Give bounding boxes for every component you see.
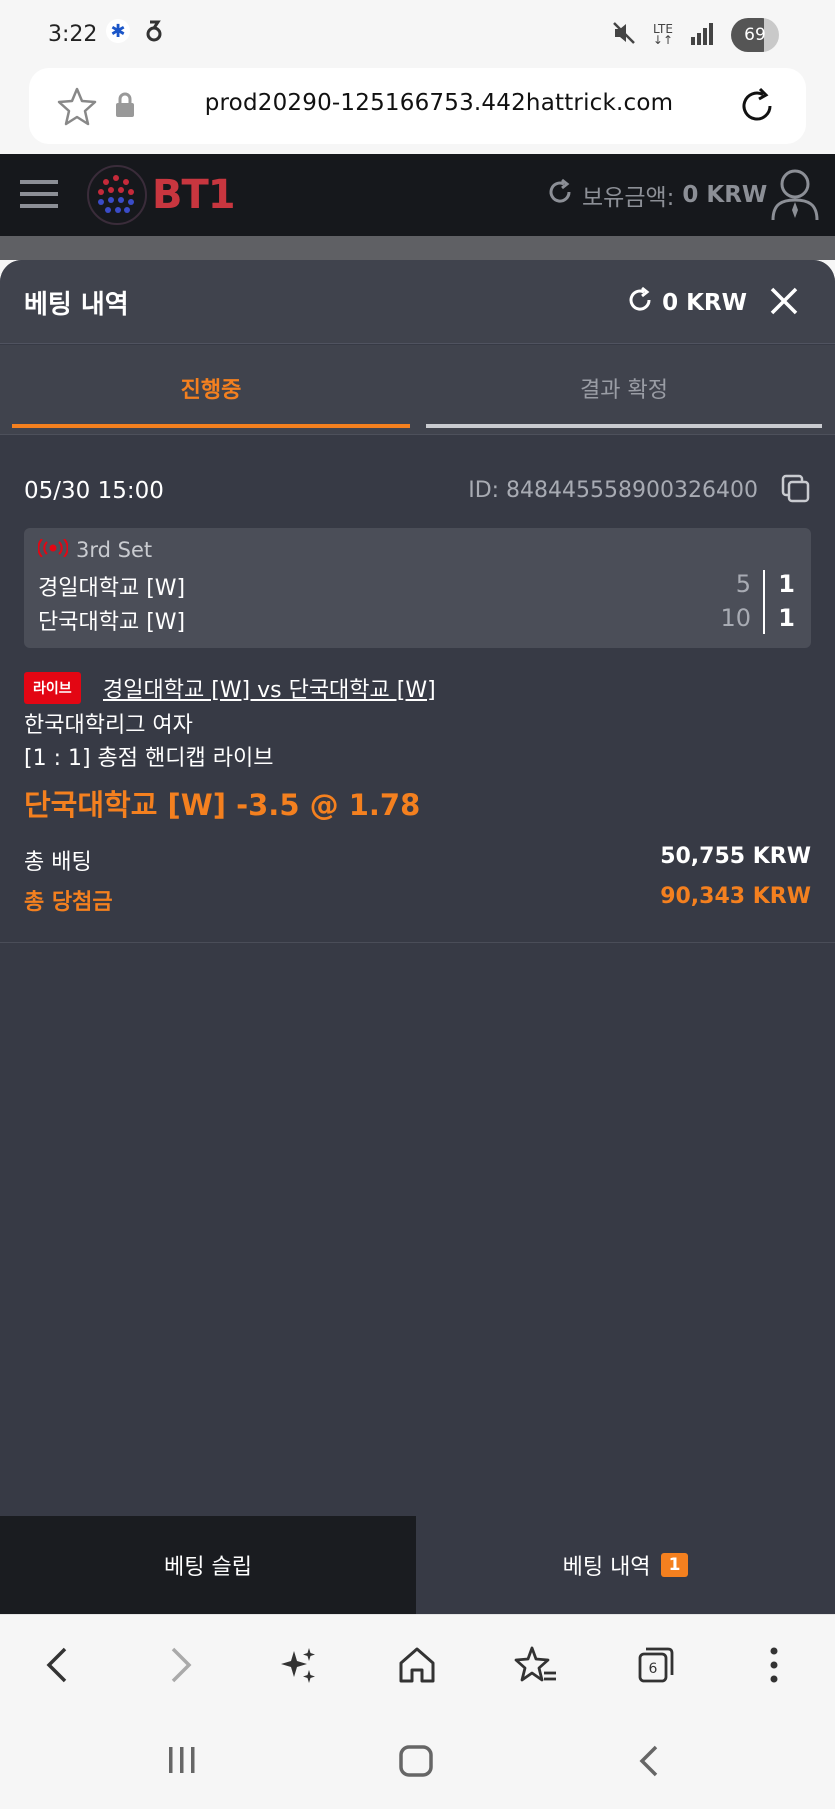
lock-icon bbox=[114, 92, 136, 122]
logo-globe-icon bbox=[87, 165, 147, 225]
set-indicator: 3rd Set bbox=[37, 538, 153, 562]
bet-history-label: 베팅 내역 bbox=[562, 1555, 651, 1580]
bet-history-panel: 베팅 내역 0 KRW 진행중 결과 확정 05/30 15:00 ID: 84… bbox=[0, 260, 835, 1614]
tab-bet-history[interactable]: 베팅 내역 1 bbox=[416, 1516, 835, 1614]
team2-sets: 1 bbox=[778, 604, 795, 632]
team2-name: 단국대학교 [W] bbox=[38, 610, 186, 635]
hamburger-menu-icon[interactable] bbox=[20, 178, 60, 214]
sparkle-icon[interactable] bbox=[272, 1639, 324, 1691]
overlay-dim bbox=[0, 236, 835, 260]
copy-icon[interactable] bbox=[781, 474, 811, 504]
tab-bet-slip[interactable]: 베팅 슬립 bbox=[0, 1516, 416, 1614]
bet-date: 05/30 15:00 bbox=[24, 478, 164, 504]
system-back-icon[interactable] bbox=[636, 1744, 662, 1782]
panel-header: 베팅 내역 0 KRW bbox=[0, 260, 835, 344]
notification-icon bbox=[145, 19, 163, 47]
bottom-tab-bar: 베팅 슬립 베팅 내역 1 bbox=[0, 1516, 835, 1614]
panel-balance-value: 0 KRW bbox=[662, 290, 747, 316]
forward-icon[interactable] bbox=[154, 1639, 206, 1691]
battery-level: 69 bbox=[744, 25, 766, 45]
home-button-icon[interactable] bbox=[398, 1744, 434, 1782]
network-type: LTE bbox=[652, 22, 673, 36]
total-bet-label: 총 배팅 bbox=[24, 850, 92, 875]
refresh-icon[interactable] bbox=[546, 178, 574, 212]
score-divider bbox=[763, 570, 765, 634]
team1-points: 5 bbox=[735, 570, 751, 598]
site-header: BT1 보유금액: 0 KRW bbox=[0, 154, 835, 236]
status-tabs: 진행중 결과 확정 bbox=[0, 345, 835, 435]
tabs-icon[interactable]: 6 bbox=[630, 1639, 682, 1691]
url-text[interactable]: prod20290-125166753.442hattrick.com bbox=[189, 90, 689, 116]
balance-value: 0 KRW bbox=[682, 182, 768, 208]
recent-apps-icon[interactable] bbox=[166, 1744, 198, 1780]
svg-text:✱: ✱ bbox=[110, 21, 125, 42]
system-navigation bbox=[0, 1714, 835, 1809]
total-win-label: 총 당첨금 bbox=[24, 890, 113, 915]
row-divider bbox=[0, 942, 835, 943]
total-win-value: 90,343 KRW bbox=[660, 884, 811, 909]
team1-name: 경일대학교 [W] bbox=[38, 576, 186, 601]
panel-balance[interactable]: 0 KRW bbox=[626, 286, 747, 320]
bet-item: 05/30 15:00 ID: 848445558900326400 3rd S… bbox=[0, 436, 835, 1202]
site-logo[interactable]: BT1 bbox=[86, 164, 236, 226]
close-icon[interactable] bbox=[767, 284, 801, 318]
bet-slip-label: 베팅 슬립 bbox=[164, 1555, 252, 1580]
status-time: 3:22 bbox=[48, 22, 98, 47]
tab-settled[interactable]: 결과 확정 bbox=[426, 352, 822, 428]
more-menu-icon[interactable] bbox=[748, 1639, 800, 1691]
set-label: 3rd Set bbox=[76, 538, 153, 562]
match-link[interactable]: 경일대학교 [W] vs 단국대학교 [W] bbox=[103, 672, 436, 704]
market-name: [1 : 1] 총점 핸디캡 라이브 bbox=[24, 746, 274, 771]
battery-icon: 69 bbox=[731, 18, 779, 52]
status-bar: 3:22 ✱ LTE ↓↑ 69 bbox=[0, 0, 835, 66]
balance-label: 보유금액: bbox=[582, 185, 675, 211]
bet-count-badge: 1 bbox=[660, 1553, 689, 1577]
live-scoreboard: 3rd Set 경일대학교 [W] 단국대학교 [W] 5 10 1 1 bbox=[24, 528, 811, 648]
bookmark-star-icon[interactable] bbox=[57, 86, 97, 130]
asterisk-app-icon: ✱ bbox=[105, 18, 131, 48]
mute-icon bbox=[611, 20, 637, 50]
tab-count: 6 bbox=[649, 1661, 658, 1677]
user-profile-icon[interactable] bbox=[770, 168, 820, 226]
back-icon[interactable] bbox=[32, 1639, 84, 1691]
site-balance[interactable]: 보유금액: 0 KRW bbox=[546, 178, 767, 212]
signal-icon bbox=[689, 21, 715, 49]
reload-icon[interactable] bbox=[737, 86, 777, 130]
bookmarks-icon[interactable] bbox=[510, 1639, 562, 1691]
panel-title: 베팅 내역 bbox=[24, 290, 129, 320]
address-bar[interactable]: prod20290-125166753.442hattrick.com bbox=[29, 68, 806, 144]
browser-toolbar: 6 bbox=[0, 1614, 835, 1714]
lte-icon: LTE ↓↑ bbox=[652, 22, 673, 47]
team1-sets: 1 bbox=[778, 570, 795, 598]
refresh-icon[interactable] bbox=[626, 286, 654, 320]
total-bet-value: 50,755 KRW bbox=[660, 844, 811, 869]
bet-id: ID: 848445558900326400 bbox=[468, 478, 758, 503]
live-broadcast-icon bbox=[37, 538, 69, 562]
team2-points: 10 bbox=[720, 604, 751, 632]
home-icon[interactable] bbox=[391, 1639, 443, 1691]
league-name: 한국대학리그 여자 bbox=[24, 713, 193, 738]
bet-selection: 단국대학교 [W] -3.5 @ 1.78 bbox=[24, 788, 421, 822]
logo-text: BT1 bbox=[152, 172, 236, 218]
tab-in-progress[interactable]: 진행중 bbox=[12, 352, 410, 428]
live-badge: 라이브 bbox=[24, 672, 81, 704]
